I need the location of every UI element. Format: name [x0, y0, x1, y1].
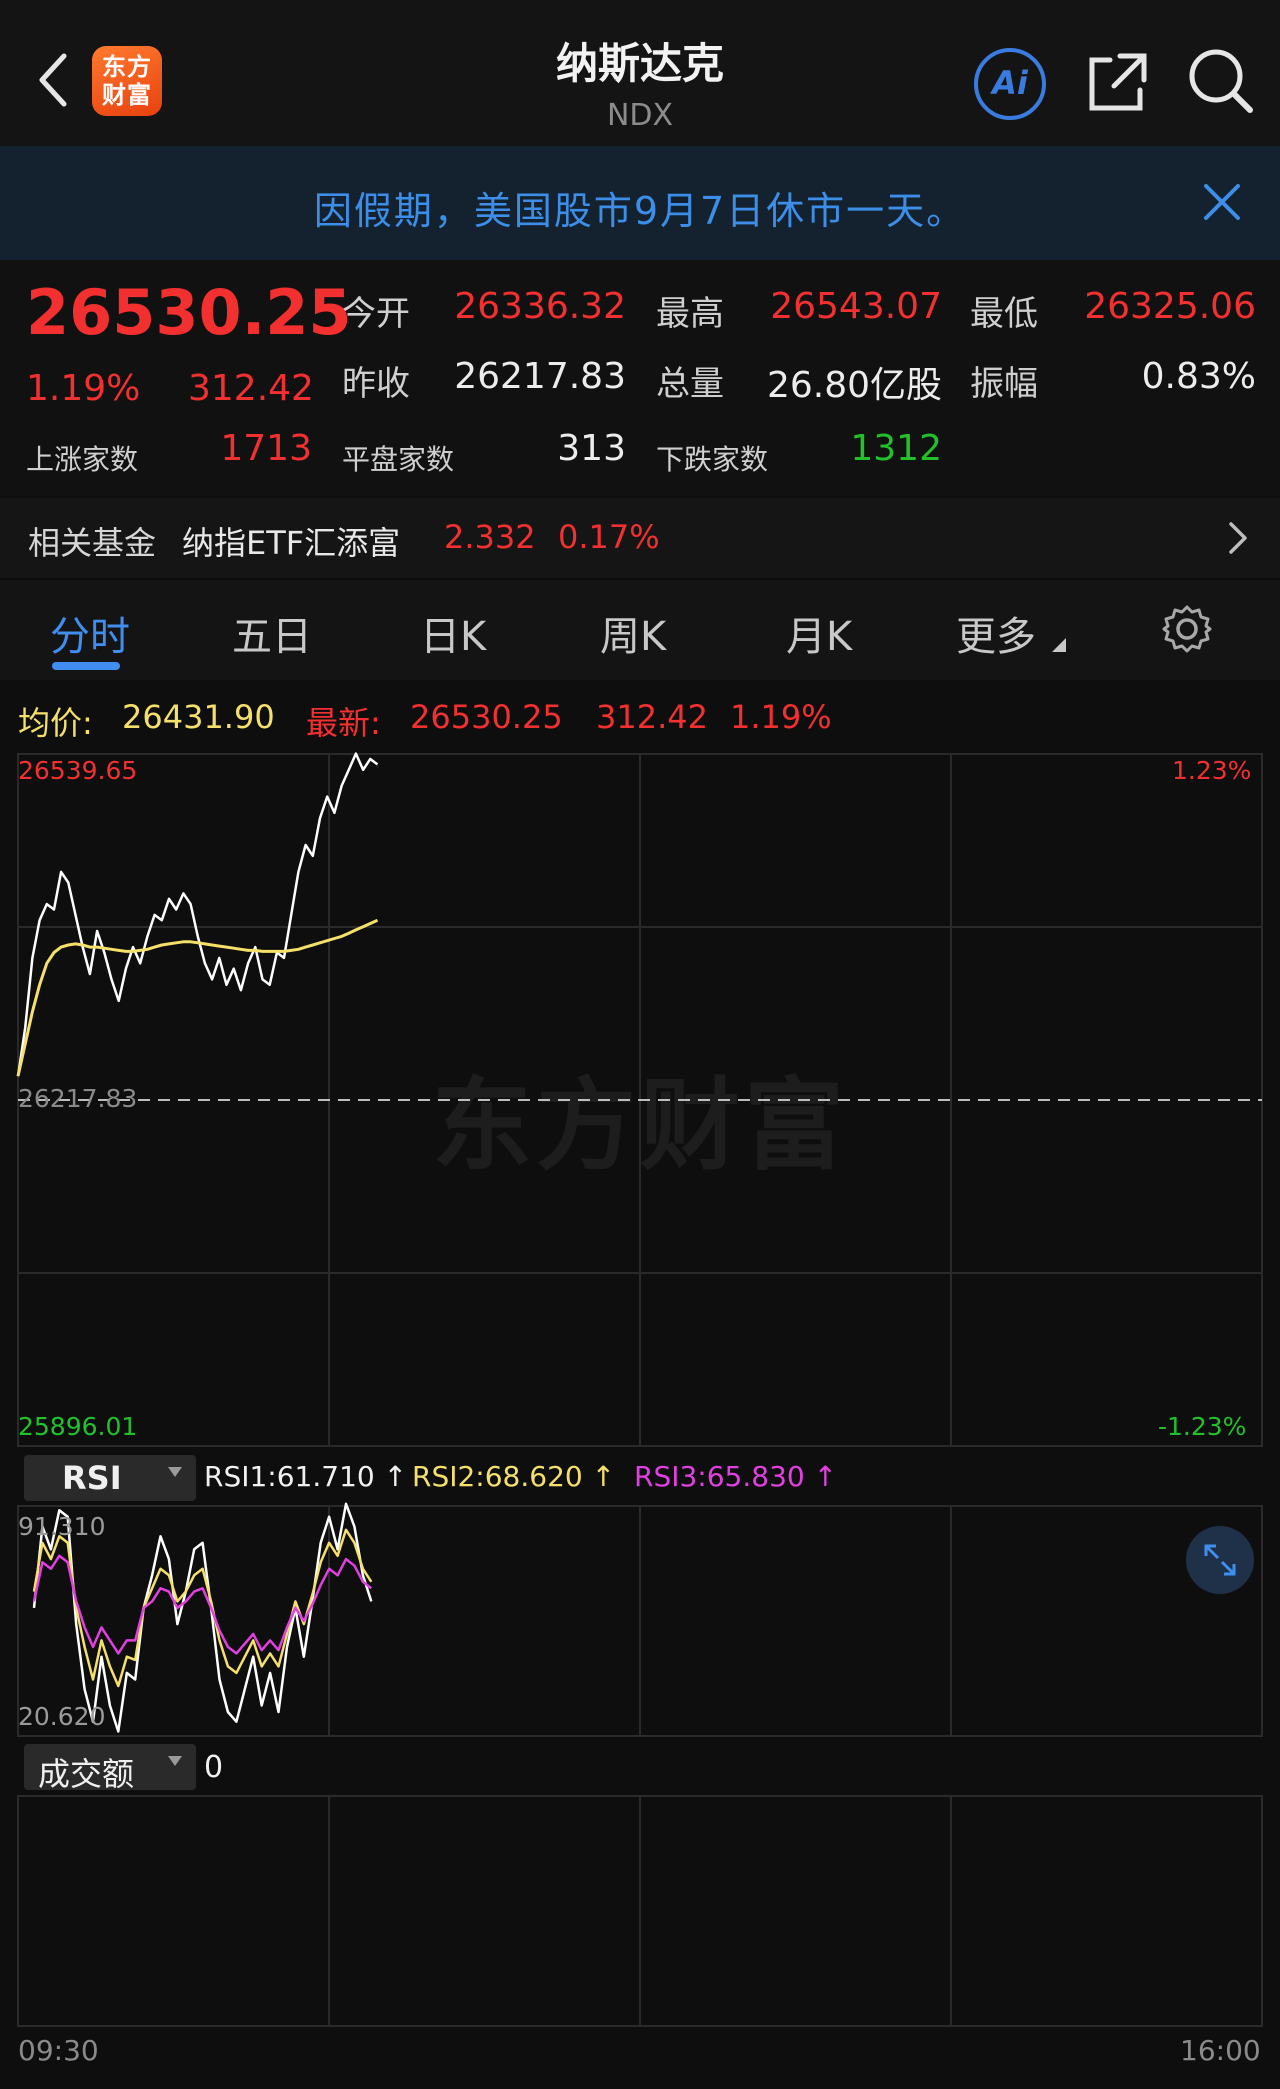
price-line — [16, 752, 379, 1077]
volume-selector-label: 成交额 — [38, 1755, 135, 1793]
open-label: 今开 — [342, 294, 410, 334]
share-icon[interactable] — [1086, 50, 1150, 114]
change-percent: 1.19% — [26, 368, 141, 409]
tab-monthly-k[interactable]: 月K — [786, 604, 852, 662]
holiday-notice-banner: 因假期，美国股市9月7日休市一天。 — [0, 146, 1280, 260]
volume-value: 26.80亿股 — [766, 365, 942, 406]
time-end-label: 16:00 — [1180, 2034, 1261, 2067]
volume-label: 总量 — [656, 364, 724, 404]
prev-close-label: 昨收 — [342, 364, 410, 404]
change-value: 312.42 — [188, 368, 314, 409]
flat-count-value: 313 — [557, 428, 626, 469]
tab-weekly-k[interactable]: 周K — [600, 604, 666, 662]
chevron-right-icon[interactable] — [1226, 520, 1250, 556]
active-tab-indicator — [52, 662, 120, 670]
rsi2-line — [32, 1528, 373, 1688]
notice-text: 因假期，美国股市9月7日休市一天。 — [313, 189, 967, 233]
tab-five-day[interactable]: 五日 — [232, 604, 312, 662]
high-value: 26543.07 — [770, 286, 942, 327]
down-count-value: 1312 — [850, 428, 942, 469]
indicator-selector[interactable]: RSI — [24, 1455, 196, 1501]
dropdown-caret-icon — [168, 1756, 182, 1766]
related-fund-price: 2.332 — [444, 518, 536, 556]
prev-close-ref-label: 26217.83 — [18, 1084, 138, 1113]
down-count-label: 下跌家数 — [656, 443, 769, 476]
price-min-label: 25896.01 — [18, 1412, 138, 1441]
related-fund-pct: 0.17% — [558, 518, 660, 556]
open-value: 26336.32 — [454, 286, 626, 327]
indicator-selector-label: RSI — [62, 1459, 122, 1497]
rsi-min-label: 20.620 — [18, 1702, 106, 1731]
low-value: 26325.06 — [1084, 286, 1256, 327]
pct-max-label: 1.23% — [1172, 756, 1252, 785]
related-fund-name[interactable]: 纳指ETF汇添富 — [182, 518, 400, 564]
up-count-value: 1713 — [220, 428, 312, 469]
amplitude-label: 振幅 — [970, 364, 1038, 404]
tab-daily-k[interactable]: 日K — [420, 604, 486, 662]
time-start-label: 09:30 — [18, 2034, 99, 2067]
current-price: 26530.25 — [26, 276, 352, 349]
ai-assistant-button[interactable]: Ai — [974, 48, 1046, 120]
tab-more[interactable]: 更多 — [956, 604, 1036, 662]
rsi1-value: RSI1:61.710 ↑ — [204, 1460, 408, 1493]
related-fund-label: 相关基金 — [28, 524, 157, 562]
prev-close-value: 26217.83 — [454, 356, 626, 397]
volume-selector[interactable]: 成交额 — [24, 1744, 196, 1793]
amplitude-value: 0.83% — [1141, 356, 1256, 397]
volume-indicator-value: 0 — [204, 1750, 224, 1785]
up-count-label: 上涨家数 — [26, 443, 139, 476]
avg-price-line — [16, 918, 379, 1077]
tab-intraday[interactable]: 分时 — [50, 604, 130, 662]
search-icon[interactable] — [1186, 46, 1256, 116]
expand-chart-button[interactable] — [1186, 1526, 1254, 1594]
high-label: 最高 — [656, 294, 724, 334]
price-max-label: 26539.65 — [18, 756, 138, 785]
expand-icon — [1204, 1544, 1236, 1576]
pct-min-label: -1.23% — [1158, 1412, 1247, 1441]
settings-gear-icon[interactable] — [1162, 604, 1212, 654]
rsi-max-label: 91.310 — [18, 1512, 106, 1541]
rsi3-value: RSI3:65.830 ↑ — [634, 1460, 838, 1493]
close-icon[interactable] — [1200, 180, 1244, 224]
flat-count-label: 平盘家数 — [342, 443, 455, 476]
rsi2-value: RSI2:68.620 ↑ — [412, 1460, 616, 1493]
dropdown-caret-icon — [168, 1467, 182, 1477]
low-label: 最低 — [970, 294, 1038, 334]
dropdown-corner-icon — [1052, 638, 1066, 652]
intraday-chart[interactable] — [0, 680, 1280, 2080]
